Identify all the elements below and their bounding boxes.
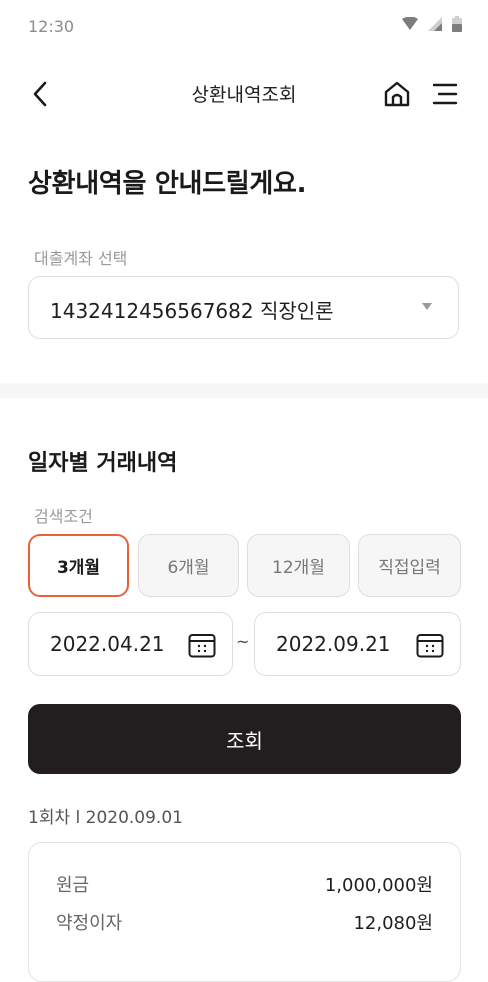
section-divider <box>0 383 488 398</box>
detail-row: 원금 1,000,000원 <box>56 871 433 899</box>
hamburger-menu-icon <box>432 83 458 105</box>
app-header: 상환내역조회 <box>0 68 488 120</box>
period-12months-button[interactable]: 12개월 <box>247 534 350 597</box>
status-time: 12:30 <box>28 17 75 36</box>
detail-label: 원금 <box>56 875 90 896</box>
date-range-separator: ~ <box>236 632 250 651</box>
detail-value: 1,000,000원 <box>324 875 433 896</box>
end-date-value: 2022.09.21 <box>276 632 391 656</box>
menu-button[interactable] <box>428 77 462 111</box>
wifi-icon <box>402 17 418 30</box>
caret-down-icon <box>422 303 432 310</box>
search-button[interactable]: 조회 <box>28 704 461 774</box>
period-3months-button[interactable]: 3개월 <box>28 534 129 597</box>
detail-value: 12,080원 <box>353 913 433 934</box>
status-bar: 12:30 <box>0 0 488 56</box>
headline: 상환내역을 안내드릴게요. <box>28 169 307 199</box>
signal-icon <box>428 17 442 31</box>
battery-icon <box>452 16 462 32</box>
calendar-icon <box>416 634 444 658</box>
section-title: 일자별 거래내역 <box>28 451 178 476</box>
account-select-label: 대출계좌 선택 <box>34 249 128 268</box>
page-title: 상환내역조회 <box>191 84 297 106</box>
end-date-field[interactable]: 2022.09.21 <box>254 612 461 676</box>
period-6months-button[interactable]: 6개월 <box>138 534 239 597</box>
calendar-icon <box>188 634 216 658</box>
detail-row: 약정이자 12,080원 <box>56 909 433 937</box>
start-date-field[interactable]: 2022.04.21 <box>28 612 233 676</box>
search-condition-label: 검색조건 <box>34 507 93 526</box>
period-custom-button[interactable]: 직접입력 <box>358 534 461 597</box>
account-select[interactable]: 1432412456567682 직장인론 <box>28 276 459 339</box>
status-icons <box>402 16 462 32</box>
start-date-value: 2022.04.21 <box>50 632 165 656</box>
account-select-value: 1432412456567682 직장인론 <box>50 299 334 323</box>
home-button[interactable] <box>380 77 414 111</box>
round-info: 1회차 l 2020.09.01 <box>28 808 183 828</box>
repayment-detail-card: 원금 1,000,000원 약정이자 12,080원 <box>28 842 461 982</box>
detail-label: 약정이자 <box>56 913 123 934</box>
home-icon <box>384 81 410 107</box>
